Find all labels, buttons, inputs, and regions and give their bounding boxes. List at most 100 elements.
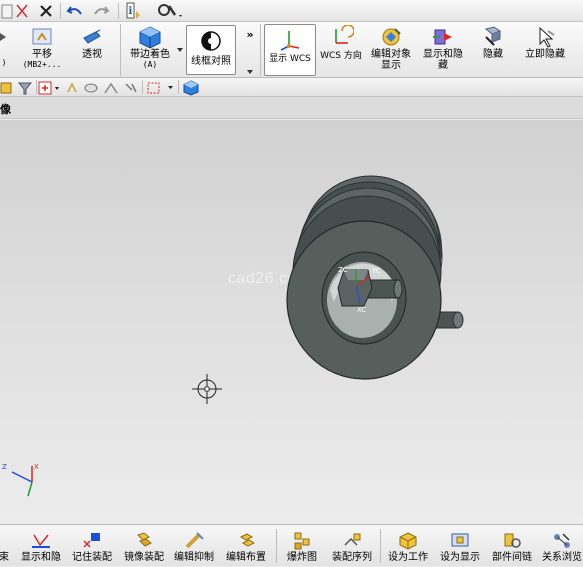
set-displayed-part-icon — [448, 530, 472, 552]
ribbon-left-fragment: ) — [1, 58, 7, 67]
ribbon-toolbar: ) 平移 (MB2+... 透视 带边着色 (A) 线框对照 » 显示 WCS … — [0, 22, 583, 78]
wcs-axes-icon — [277, 28, 303, 52]
relationship-browser-button[interactable]: 关系浏览 — [538, 525, 583, 567]
snap-icon[interactable] — [0, 79, 14, 96]
shaded-cube-icon — [137, 25, 163, 49]
separator — [260, 24, 261, 76]
bottom-item-label: 束 — [0, 552, 9, 563]
csys-label-xc: XC — [357, 306, 367, 314]
set-displayed-part-button[interactable]: 设为显示 — [436, 525, 484, 567]
shaded-with-edges-button[interactable]: 带边着色 (A) — [124, 22, 176, 78]
pulley-model[interactable] — [0, 120, 583, 524]
assembly-sequence-button[interactable]: 装配序列 — [328, 525, 376, 567]
csys-label-zc: ZC — [338, 266, 348, 274]
set-work-part-icon — [396, 530, 420, 552]
mirror-assembly-button[interactable]: 镜像装配 — [120, 525, 168, 567]
perspective-button[interactable]: 透视 — [72, 22, 112, 78]
show-hide-label-2: 藏 — [438, 60, 448, 71]
exploded-view-button[interactable]: 爆炸图 — [280, 525, 324, 567]
show-and-hide-button[interactable]: 显示和隐 藏 — [418, 22, 468, 78]
remember-assembly-button[interactable]: 记住装配 — [68, 525, 116, 567]
relationship-browser-icon — [550, 530, 574, 552]
edit-suppression-button[interactable]: 编辑抑制 — [170, 525, 218, 567]
wcs-direction-icon — [328, 25, 354, 49]
separator — [60, 3, 61, 19]
show-wcs-label: 显示 WCS — [269, 54, 311, 64]
separator — [36, 80, 37, 94]
remember-assembly-icon — [80, 530, 104, 552]
redo-icon[interactable] — [90, 1, 112, 21]
graphics-viewport[interactable]: cad26.com ZC YC XC Z X — [0, 120, 583, 524]
curve-rule-icon[interactable] — [102, 79, 120, 96]
interpart-link-button[interactable]: 部件间链 — [488, 525, 536, 567]
ribbon-left-edge: ) — [0, 22, 8, 78]
view-triad-icon — [11, 466, 33, 497]
edit-suppression-icon — [182, 530, 206, 552]
edit-display-icon — [378, 25, 404, 49]
pan-label: 平移 — [32, 49, 52, 60]
separator — [120, 24, 121, 76]
svg-text:i: i — [129, 6, 133, 17]
perspective-icon — [79, 25, 105, 49]
shaded-label: 带边着色 — [130, 49, 170, 60]
wireframe-icon — [198, 29, 224, 53]
csys-label-yc: YC — [372, 267, 381, 275]
assembly-toolbar: 束 显示和隐 记住装配 镜像装配 编辑抑制 编辑布置 爆炸图 装配序列 设为工作… — [0, 524, 583, 566]
mirror-assembly-icon — [132, 530, 156, 552]
edit-object-display-button[interactable]: 编辑对象 显示 — [366, 22, 416, 78]
separator — [118, 3, 119, 19]
shaded-shortcut: (A) — [142, 60, 158, 69]
assembly-constraint-button[interactable]: 束 — [0, 525, 14, 567]
set-work-part-button[interactable]: 设为工作 — [384, 525, 432, 567]
edit-display-label: 编辑对象 — [371, 49, 411, 60]
selection-mode-icon[interactable] — [38, 79, 62, 96]
box-select-dropdown-icon[interactable] — [146, 79, 176, 96]
tools-dropdown-icon[interactable] — [154, 1, 186, 21]
pan-shortcut: (MB2+... — [22, 60, 62, 69]
edit-display-label-2: 显示 — [381, 60, 401, 71]
shaded-dropdown-arrow-icon[interactable] — [176, 40, 184, 60]
undo-icon[interactable] — [64, 1, 86, 21]
separator — [380, 529, 381, 563]
show-wcs-button[interactable]: 显示 WCS — [264, 24, 316, 76]
hide-button[interactable]: 隐藏 — [472, 22, 514, 78]
assembly-sequence-icon — [340, 530, 364, 552]
cut-icon[interactable] — [14, 1, 30, 21]
ribbon-more-icon[interactable]: » — [244, 24, 256, 44]
wcs-direction-label: WCS 方向 — [320, 51, 362, 61]
separator — [178, 80, 179, 94]
edit-arrangement-button[interactable]: 编辑布置 — [222, 525, 270, 567]
hide-label: 隐藏 — [483, 49, 503, 60]
triad-label-x: X — [34, 463, 39, 471]
wireframe-compare-button[interactable]: 线框对照 — [186, 25, 236, 75]
feature-icon[interactable] — [82, 79, 100, 96]
show-hide-constraints-icon — [29, 530, 53, 552]
wcs-direction-button[interactable]: WCS 方向 — [318, 22, 364, 78]
quick-access-toolbar: i — [0, 0, 583, 22]
shaded-cube-small-icon[interactable] — [180, 79, 202, 96]
filter-icon[interactable] — [16, 79, 34, 96]
close-icon[interactable] — [36, 1, 56, 21]
pan-icon — [29, 25, 55, 49]
section-header-label: 像 — [0, 103, 11, 116]
wireframe-label: 线框对照 — [191, 56, 231, 67]
exploded-view-icon — [290, 530, 314, 552]
show-and-hide-constraints-button[interactable]: 显示和隐 — [18, 525, 64, 567]
interpart-link-icon — [500, 530, 524, 552]
immediate-hide-label: 立即隐藏 — [525, 49, 565, 60]
crosshair-cursor-icon — [192, 374, 222, 404]
show-hide-icon — [430, 25, 456, 49]
selection-toolbar — [0, 78, 583, 97]
pan-button[interactable]: 平移 (MB2+... — [18, 22, 66, 78]
separator — [142, 80, 143, 94]
show-hide-label: 显示和隐 — [423, 49, 463, 60]
select-all-icon[interactable] — [64, 79, 80, 96]
separator — [276, 529, 277, 563]
immediate-hide-button[interactable]: 立即隐藏 — [518, 22, 572, 78]
information-icon[interactable]: i — [124, 1, 148, 21]
point-icon[interactable] — [122, 79, 140, 96]
triad-label-z: Z — [2, 463, 7, 471]
perspective-label: 透视 — [82, 49, 102, 60]
immediate-hide-icon — [532, 25, 558, 49]
document-icon[interactable] — [0, 1, 14, 21]
